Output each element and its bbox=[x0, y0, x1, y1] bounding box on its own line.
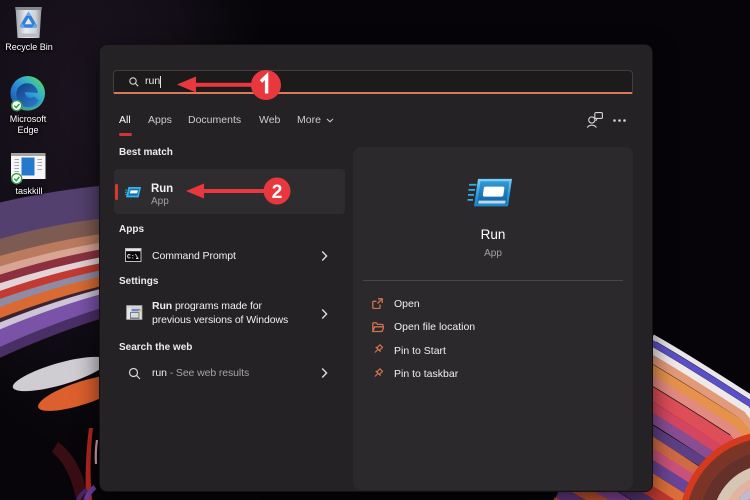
svg-text:C:\: C:\ bbox=[127, 254, 139, 261]
